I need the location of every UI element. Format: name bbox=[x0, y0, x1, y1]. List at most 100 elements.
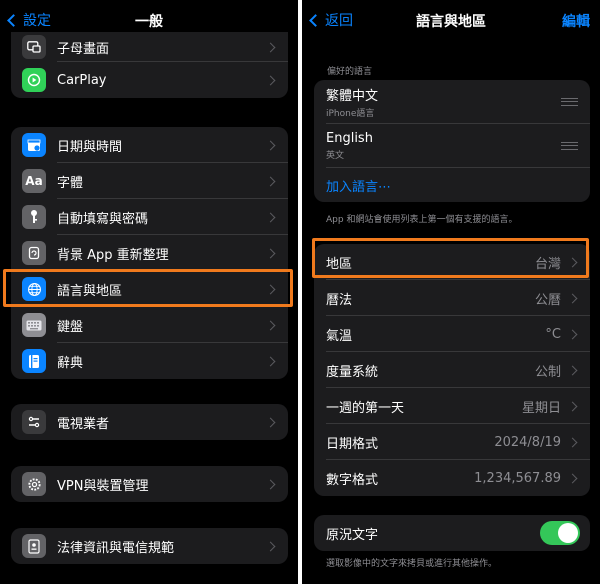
pip-icon bbox=[22, 35, 46, 59]
language-subtitle: iPhone語言 bbox=[326, 109, 375, 119]
chevron-right-icon bbox=[567, 473, 578, 483]
refresh-icon bbox=[22, 241, 46, 265]
legal-icon bbox=[22, 534, 46, 558]
font-icon: Aa bbox=[22, 169, 46, 193]
setting-row-number-format[interactable]: 數字格式 1,234,567.89 bbox=[314, 460, 590, 496]
settings-group-vpn: VPN與裝置管理 bbox=[11, 466, 288, 502]
chevron-right-icon bbox=[265, 320, 276, 330]
settings-row-background-refresh[interactable]: 背景 App 重新整理 bbox=[11, 235, 288, 271]
row-label: 自動填寫與密碼 bbox=[57, 211, 149, 227]
settings-row-keyboard[interactable]: 鍵盤 bbox=[11, 307, 288, 343]
settings-row-fonts[interactable]: Aa 字體 bbox=[11, 163, 288, 199]
nav-bar: 返回 語言與地區 編輯 bbox=[302, 0, 600, 40]
chevron-right-icon bbox=[265, 140, 276, 150]
tv-provider-icon bbox=[22, 410, 46, 434]
highlight-region-row bbox=[312, 238, 589, 278]
setting-row-date-format[interactable]: 日期格式 2024/8/19 bbox=[314, 424, 590, 460]
row-label: 鍵盤 bbox=[57, 319, 84, 335]
row-label: 度量系統 bbox=[326, 364, 379, 380]
settings-row-vpn-device-management[interactable]: VPN與裝置管理 bbox=[11, 466, 288, 502]
row-value: 2024/8/19 bbox=[494, 434, 561, 450]
chevron-right-icon bbox=[265, 176, 276, 186]
row-label: 氣溫 bbox=[326, 328, 353, 344]
chevron-right-icon bbox=[567, 401, 578, 411]
settings-group-tv: 電視業者 bbox=[11, 404, 288, 440]
preferred-languages-list: 繁體中文 iPhone語言 English 英文 加入語言⋯ bbox=[314, 80, 590, 202]
settings-row-tv-provider[interactable]: 電視業者 bbox=[11, 404, 288, 440]
page-title: 一般 bbox=[135, 14, 163, 30]
row-label: VPN與裝置管理 bbox=[57, 478, 149, 494]
keyboard-icon bbox=[22, 313, 46, 337]
chevron-right-icon bbox=[265, 541, 276, 551]
language-row-traditional-chinese[interactable]: 繁體中文 iPhone語言 bbox=[314, 80, 590, 124]
page-title: 語言與地區 bbox=[416, 14, 486, 30]
gear-icon bbox=[22, 472, 46, 496]
chevron-right-icon bbox=[567, 365, 578, 375]
edit-button[interactable]: 編輯 bbox=[562, 11, 590, 31]
dictionary-icon bbox=[22, 349, 46, 373]
chevron-right-icon bbox=[265, 479, 276, 489]
settings-row-dictionary[interactable]: 辭典 bbox=[11, 343, 288, 379]
reorder-handle-icon[interactable] bbox=[561, 98, 578, 106]
row-label: 法律資訊與電信規範 bbox=[57, 540, 175, 556]
general-settings-panel: 設定 一般 子母畫面 CarPlay 日期與時間 Aa 字體 自動填寫與密碼 背… bbox=[0, 0, 298, 584]
key-icon bbox=[22, 205, 46, 229]
language-name: 繁體中文 bbox=[326, 89, 379, 104]
row-label: 子母畫面 bbox=[57, 41, 110, 57]
row-value: 1,234,567.89 bbox=[474, 470, 561, 486]
chevron-right-icon bbox=[265, 42, 276, 52]
row-value: 公制 bbox=[534, 364, 561, 380]
calendar-clock-icon bbox=[22, 133, 46, 157]
setting-row-temperature[interactable]: 氣溫 °C bbox=[314, 316, 590, 352]
preferred-languages-caption: 偏好的語言 bbox=[327, 67, 373, 77]
region-settings-list: 地區 台灣 曆法 公曆 氣溫 °C 度量系統 公制 一週的第一天 星期日 日期格… bbox=[314, 244, 590, 496]
settings-row-carplay[interactable]: CarPlay bbox=[11, 62, 288, 98]
settings-row-pip[interactable]: 子母畫面 bbox=[11, 32, 288, 62]
language-region-panel: 返回 語言與地區 編輯 偏好的語言 繁體中文 iPhone語言 English … bbox=[302, 0, 600, 584]
row-label: 原況文字 bbox=[326, 527, 379, 543]
row-value: 公曆 bbox=[534, 292, 561, 308]
add-language-button[interactable]: 加入語言⋯ bbox=[314, 168, 590, 202]
row-label: 日期格式 bbox=[326, 436, 379, 452]
carplay-icon bbox=[22, 68, 46, 92]
row-label: 曆法 bbox=[326, 292, 353, 308]
row-label: 日期與時間 bbox=[57, 139, 123, 155]
row-label: 辭典 bbox=[57, 355, 84, 371]
setting-row-measurement-system[interactable]: 度量系統 公制 bbox=[314, 352, 590, 388]
language-footer-note: App 和網站會使用列表上第一個有支援的語言。 bbox=[326, 215, 518, 225]
language-name: English bbox=[326, 131, 373, 146]
setting-row-live-text: 原況文字 bbox=[314, 515, 590, 551]
highlight-language-region bbox=[3, 269, 293, 307]
row-value: 星期日 bbox=[521, 400, 561, 416]
settings-row-date-time[interactable]: 日期與時間 bbox=[11, 127, 288, 163]
settings-group-legal: 法律資訊與電信規範 bbox=[11, 528, 288, 564]
chevron-right-icon bbox=[567, 437, 578, 447]
live-text-toggle[interactable] bbox=[540, 521, 580, 545]
row-label: 一週的第一天 bbox=[326, 400, 405, 416]
settings-group-display: 子母畫面 CarPlay bbox=[11, 32, 288, 98]
chevron-right-icon bbox=[265, 356, 276, 366]
live-text-footer-note: 選取影像中的文字來拷貝或進行其他操作。 bbox=[326, 559, 498, 569]
chevron-right-icon bbox=[265, 212, 276, 222]
reorder-handle-icon[interactable] bbox=[561, 142, 578, 150]
settings-row-autofill[interactable]: 自動填寫與密碼 bbox=[11, 199, 288, 235]
row-label: 字體 bbox=[57, 175, 84, 191]
toggle-knob bbox=[558, 523, 578, 543]
setting-row-first-day-of-week[interactable]: 一週的第一天 星期日 bbox=[314, 388, 590, 424]
row-label: 電視業者 bbox=[57, 416, 110, 432]
chevron-right-icon bbox=[567, 293, 578, 303]
settings-row-legal-regulatory[interactable]: 法律資訊與電信規範 bbox=[11, 528, 288, 564]
row-label: 數字格式 bbox=[326, 472, 379, 488]
language-subtitle: 英文 bbox=[326, 151, 345, 161]
row-value: °C bbox=[545, 326, 561, 342]
language-row-english[interactable]: English 英文 bbox=[314, 124, 590, 168]
live-text-group: 原況文字 bbox=[314, 515, 590, 551]
settings-group-general: 日期與時間 Aa 字體 自動填寫與密碼 背景 App 重新整理 語言與地區 鍵盤… bbox=[11, 127, 288, 379]
chevron-right-icon bbox=[265, 248, 276, 258]
chevron-right-icon bbox=[265, 75, 276, 85]
setting-row-calendar[interactable]: 曆法 公曆 bbox=[314, 280, 590, 316]
row-label: 背景 App 重新整理 bbox=[57, 247, 169, 263]
chevron-right-icon bbox=[567, 329, 578, 339]
chevron-right-icon bbox=[265, 417, 276, 427]
row-label: CarPlay bbox=[57, 72, 107, 88]
